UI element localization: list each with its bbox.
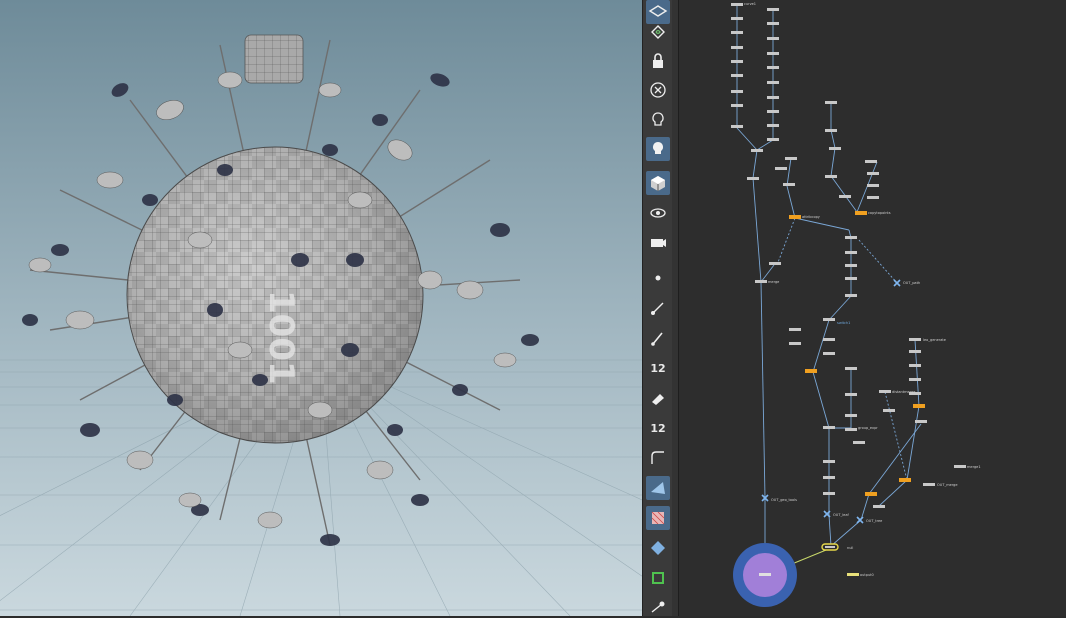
point-icon <box>655 275 661 281</box>
tool-camera-settings[interactable] <box>646 230 670 254</box>
label-geo-generate: leo_generate <box>923 338 946 342</box>
eye-camera-icon <box>650 208 666 218</box>
wire-icon <box>652 572 664 584</box>
label-merge: merge <box>768 280 779 284</box>
selected-node[interactable] <box>733 543 797 607</box>
tool-template[interactable] <box>646 536 670 560</box>
scene-viewport[interactable]: 1001 <box>0 0 642 616</box>
lock-icon <box>653 53 663 68</box>
tool-wire[interactable] <box>646 566 670 590</box>
label-curve: curve1 <box>744 2 756 6</box>
tool-lock[interactable] <box>646 49 670 73</box>
tool-paint[interactable] <box>646 386 670 410</box>
point-number-icon: 12 <box>650 361 666 375</box>
layers-icon <box>648 5 668 17</box>
tool-brush[interactable] <box>646 326 670 350</box>
tool-transform[interactable] <box>646 594 670 618</box>
x-circle-icon <box>650 82 666 98</box>
label-merge-out: OUT_merge <box>937 483 958 487</box>
label-out-leaf: OUT_leaf <box>833 513 849 517</box>
tool-light-on[interactable] <box>646 137 670 161</box>
tool-prim-number[interactable]: 12 <box>646 416 670 440</box>
label-out-tree: OUT_tree <box>866 519 882 523</box>
tool-uv[interactable] <box>646 506 670 530</box>
tool-hide[interactable] <box>646 78 670 102</box>
tool-curve[interactable] <box>646 446 670 470</box>
brush-icon <box>651 332 663 346</box>
vector-icon <box>651 302 664 315</box>
display-flag-node[interactable] <box>821 543 839 551</box>
node-network-editor[interactable]: OUT_geo_tools OUT_path OUT_leaf OUT_tree… <box>679 0 1066 616</box>
tool-shading[interactable] <box>646 171 670 195</box>
viewport-canvas[interactable]: 1001 <box>0 0 642 616</box>
label-copy-to-points: copytopoints <box>868 211 891 215</box>
label-geo-tools: OUT_geo_tools <box>771 498 797 502</box>
spiral-icon <box>651 25 665 39</box>
bulb-outline-icon <box>652 112 664 126</box>
uv-grid-icon <box>651 511 665 525</box>
viewport-toolbar: 12 12 <box>642 0 674 616</box>
label-merge1: merge1 <box>967 465 981 469</box>
output-node[interactable] <box>847 573 859 576</box>
curve-icon <box>651 451 664 464</box>
paint-icon <box>652 394 664 405</box>
tool-snap[interactable] <box>646 476 670 500</box>
bulb-icon <box>653 142 663 154</box>
tool-number[interactable]: 12 <box>646 356 670 380</box>
transform-icon <box>651 601 665 613</box>
bottle-cap <box>244 34 304 84</box>
camera-icon <box>651 239 666 247</box>
label-output: output0 <box>860 573 874 577</box>
prim-number-icon: 12 <box>650 421 666 435</box>
network-canvas[interactable]: OUT_geo_tools OUT_path OUT_leaf OUT_tree… <box>679 0 1066 616</box>
tool-camera[interactable] <box>646 201 670 225</box>
label-group: group_expr <box>858 426 878 430</box>
tool-light[interactable] <box>646 108 670 132</box>
network-wires <box>736 5 922 570</box>
null-nodes <box>761 279 901 524</box>
label-switch: switch1 <box>837 321 850 325</box>
label-out-path: OUT_path <box>903 281 920 285</box>
label-attrib-copy: attribcopy <box>802 215 820 219</box>
cube-icon <box>651 176 665 191</box>
diamond-icon <box>651 541 665 555</box>
label-null: null <box>847 546 853 550</box>
sphere-texture-label: 1001 <box>261 290 301 385</box>
network-nodes <box>731 3 966 508</box>
tool-point[interactable] <box>646 266 670 290</box>
tool-ghost[interactable] <box>646 20 670 44</box>
tool-vector[interactable] <box>646 296 670 320</box>
pane-splitter[interactable] <box>672 0 679 616</box>
label-distant: distantmerge <box>892 390 915 394</box>
snap-icon <box>651 482 665 494</box>
